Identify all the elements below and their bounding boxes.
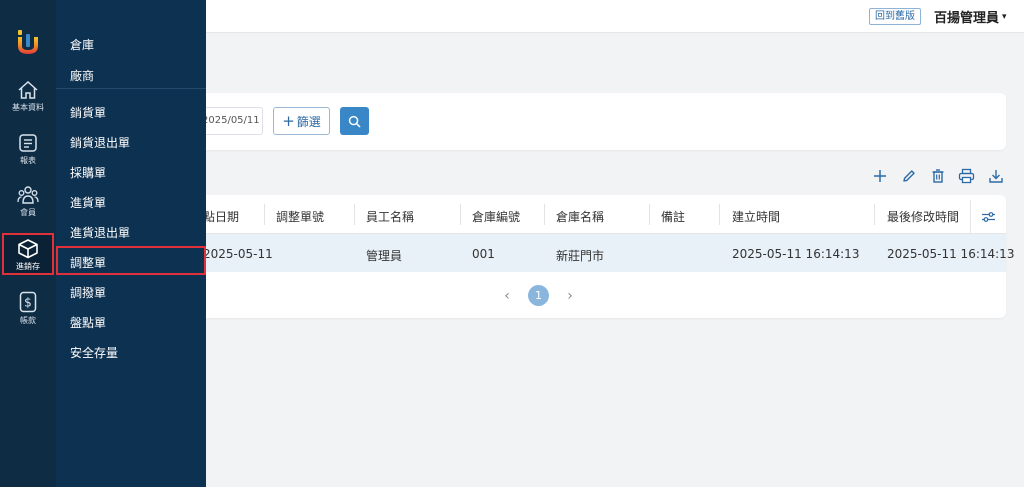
back-to-old-version-button[interactable]: 回到舊版 [869, 8, 921, 25]
column-header-remark[interactable]: 備註 [661, 208, 685, 225]
home-icon [18, 80, 38, 99]
download-icon [988, 169, 1003, 183]
column-divider [264, 204, 265, 225]
cell-count-date: 2025-05-11 [203, 247, 273, 261]
column-header-warehouse-name[interactable]: 倉庫名稱 [556, 208, 604, 225]
submenu-item-goods-receipt[interactable]: 進貨單 [70, 194, 106, 211]
app-logo [18, 30, 38, 54]
delete-button[interactable] [928, 166, 947, 185]
column-header-updated-at[interactable]: 最後修改時間 [887, 208, 959, 225]
cell-created-at: 2025-05-11 16:14:13 [732, 247, 860, 261]
search-icon [348, 115, 361, 127]
plus-icon: + [282, 111, 295, 130]
edit-button[interactable] [899, 166, 918, 185]
page-button-current[interactable]: 1 [528, 285, 549, 306]
search-button[interactable] [340, 107, 369, 135]
svg-text:$: $ [24, 296, 32, 310]
active-submenu-highlight [56, 246, 206, 275]
printer-icon [958, 168, 975, 183]
column-header-adjust-no[interactable]: 調整單號 [276, 208, 324, 225]
caret-down-icon: ▾ [1002, 11, 1007, 22]
submenu-item-warehouse[interactable]: 倉庫 [70, 36, 94, 53]
submenu-item-sales-order[interactable]: 銷貨單 [70, 104, 106, 121]
column-divider [719, 204, 720, 225]
dollar-icon: $ [19, 291, 37, 313]
trash-icon [932, 168, 943, 183]
submenu-item-purchase-return[interactable]: 進貨退出單 [70, 224, 130, 241]
column-header-warehouse-code[interactable]: 倉庫編號 [472, 208, 520, 225]
column-divider [354, 204, 355, 225]
add-filter-button[interactable]: + 篩選 [273, 107, 330, 135]
rail-item-label: 進銷存 [16, 262, 40, 271]
column-divider [460, 204, 461, 225]
add-button[interactable] [870, 166, 889, 185]
column-settings-button[interactable] [970, 200, 1006, 233]
cell-updated-at: 2025-05-11 16:14:13 [887, 247, 1015, 261]
submenu-item-transfer[interactable]: 調撥單 [70, 284, 106, 301]
report-icon [19, 134, 37, 152]
filter-button-label: 篩選 [296, 114, 321, 129]
table-toolbar [870, 166, 1005, 185]
column-divider [874, 204, 875, 225]
inventory-submenu: 倉庫 廠商 銷貨單 銷貨退出單 採購單 進貨單 進貨退出單 調整單 調撥單 盤點… [56, 0, 206, 487]
user-menu[interactable]: 百揚管理員 ▾ [934, 7, 1007, 26]
cell-warehouse-name: 新莊門市 [556, 249, 605, 263]
column-header-count-date[interactable]: 點日期 [203, 208, 239, 225]
submenu-item-stocktake[interactable]: 盤點單 [70, 314, 106, 331]
pagination: ‹ 1 › [500, 285, 577, 306]
rail-item-label: 基本資料 [12, 103, 44, 112]
icon-rail: 基本資料 報表 會員 進銷存 $ 帳款 [0, 0, 56, 487]
cell-employee: 管理員 [366, 249, 403, 263]
pencil-icon [902, 169, 915, 182]
rail-item-label: 報表 [20, 156, 36, 165]
column-header-created-at[interactable]: 建立時間 [732, 208, 780, 225]
column-header-employee[interactable]: 員工名稱 [366, 208, 414, 225]
rail-item-label: 帳款 [20, 316, 36, 325]
user-name: 百揚管理員 [934, 11, 1000, 26]
rail-item-inventory[interactable]: 進銷存 [2, 233, 54, 275]
cell-warehouse-code: 001 [472, 247, 495, 261]
rail-item-reports[interactable]: 報表 [0, 133, 56, 173]
submenu-item-vendor[interactable]: 廠商 [70, 67, 94, 84]
next-page-button[interactable]: › [563, 288, 577, 304]
rail-item-basic-data[interactable]: 基本資料 [0, 80, 56, 120]
plus-icon [873, 169, 886, 182]
submenu-item-sales-return[interactable]: 銷貨退出單 [70, 134, 130, 151]
rail-item-label: 會員 [20, 208, 36, 217]
download-button[interactable] [986, 166, 1005, 185]
submenu-divider [56, 88, 206, 89]
print-button[interactable] [957, 166, 976, 185]
rail-item-members[interactable]: 會員 [0, 185, 56, 225]
column-divider [544, 204, 545, 225]
rail-item-accounts[interactable]: $ 帳款 [0, 291, 56, 331]
box-icon [18, 239, 38, 259]
sliders-icon [982, 211, 995, 222]
submenu-item-safety-stock[interactable]: 安全存量 [70, 344, 118, 361]
members-icon [17, 186, 39, 204]
prev-page-button[interactable]: ‹ [500, 288, 514, 304]
column-divider [649, 204, 650, 225]
submenu-item-purchase-order[interactable]: 採購單 [70, 164, 106, 181]
